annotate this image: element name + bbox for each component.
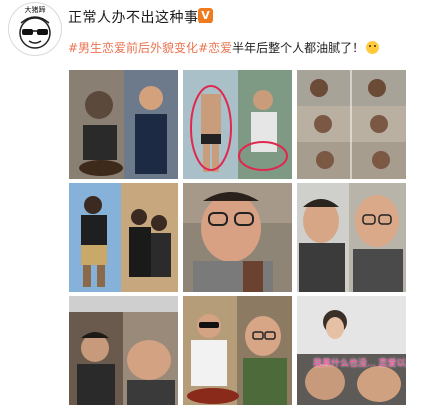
photo-thumbnail-icon: [183, 296, 292, 405]
photo-thumbnail-icon: [69, 296, 178, 405]
hashtag-link-2[interactable]: #恋爱: [198, 41, 232, 55]
post-body-text: 半年后整个人都油腻了！: [232, 41, 365, 55]
photo-7[interactable]: [69, 296, 178, 405]
photo-8[interactable]: [183, 296, 292, 405]
post-text: #男生恋爱前后外貌变化#恋爱半年后整个人都油腻了！: [68, 39, 380, 56]
photo-9[interactable]: 我真什么也没... 恋爱以后就: [297, 296, 406, 405]
photo-5[interactable]: [183, 183, 292, 292]
photo-overlay-caption: 我真什么也没... 恋爱以后就: [313, 359, 406, 369]
avatar[interactable]: 大猪蹄: [8, 2, 62, 56]
photo-3[interactable]: [297, 70, 406, 179]
photo-thumbnail-icon: [297, 183, 406, 292]
hashtag-link-1[interactable]: #男生恋爱前后外貌变化: [68, 41, 198, 55]
photo-thumbnail-icon: [183, 183, 292, 292]
photo-thumbnail-icon: [297, 70, 406, 179]
photo-1[interactable]: [69, 70, 178, 179]
grinning-face-emoji-icon: [366, 41, 380, 54]
photo-2[interactable]: [183, 70, 292, 179]
photo-thumbnail-icon: [297, 296, 406, 405]
photo-6[interactable]: [297, 183, 406, 292]
photo-thumbnail-icon: [69, 183, 178, 292]
avatar-caption: 大猪蹄: [24, 6, 46, 14]
photo-4[interactable]: [69, 183, 178, 292]
username[interactable]: 正常人办不出这种事儿: [68, 7, 213, 27]
photo-thumbnail-icon: [69, 70, 178, 179]
verified-badge-icon: V: [198, 8, 213, 23]
photo-thumbnail-icon: [183, 70, 292, 179]
